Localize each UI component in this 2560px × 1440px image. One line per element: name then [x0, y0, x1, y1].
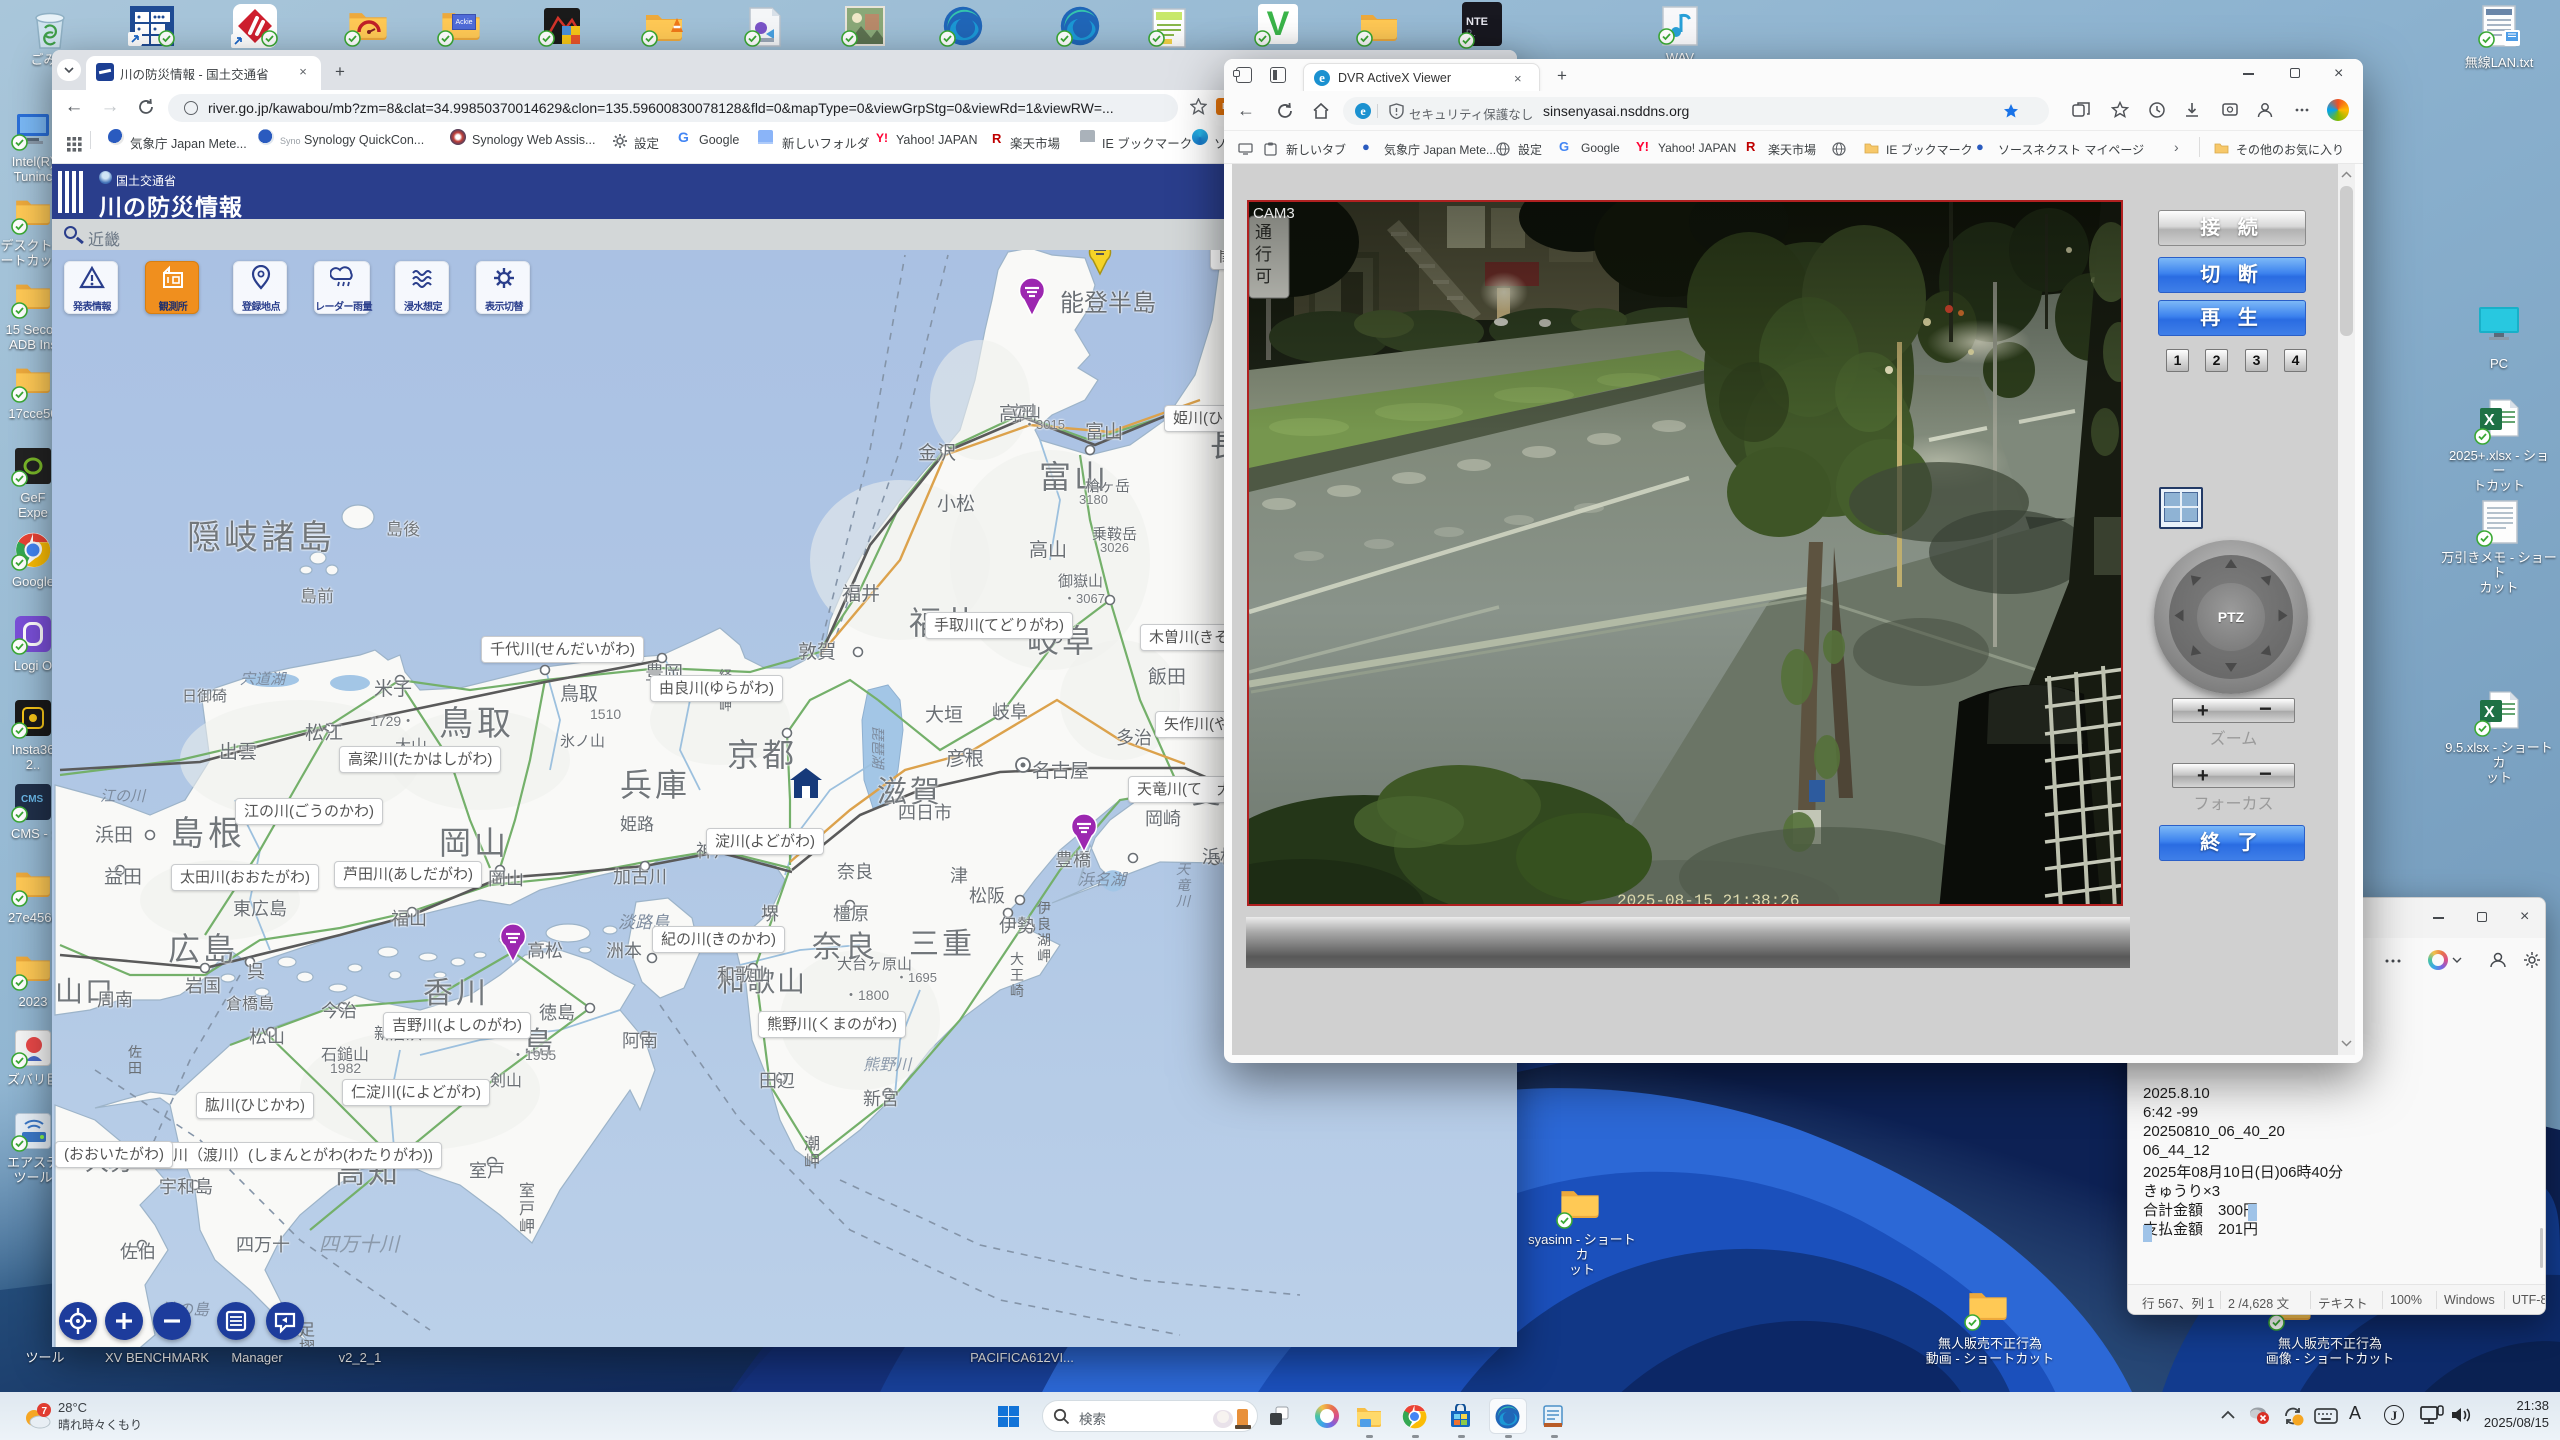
svg-text:X: X [2484, 704, 2495, 721]
svg-text:X: X [2484, 412, 2495, 429]
svg-text:7: 7 [42, 1406, 48, 1417]
svg-text:CAM3: CAM3 [1253, 205, 1295, 222]
svg-text:2025-08-15 21:38:26: 2025-08-15 21:38:26 [1617, 892, 1799, 906]
